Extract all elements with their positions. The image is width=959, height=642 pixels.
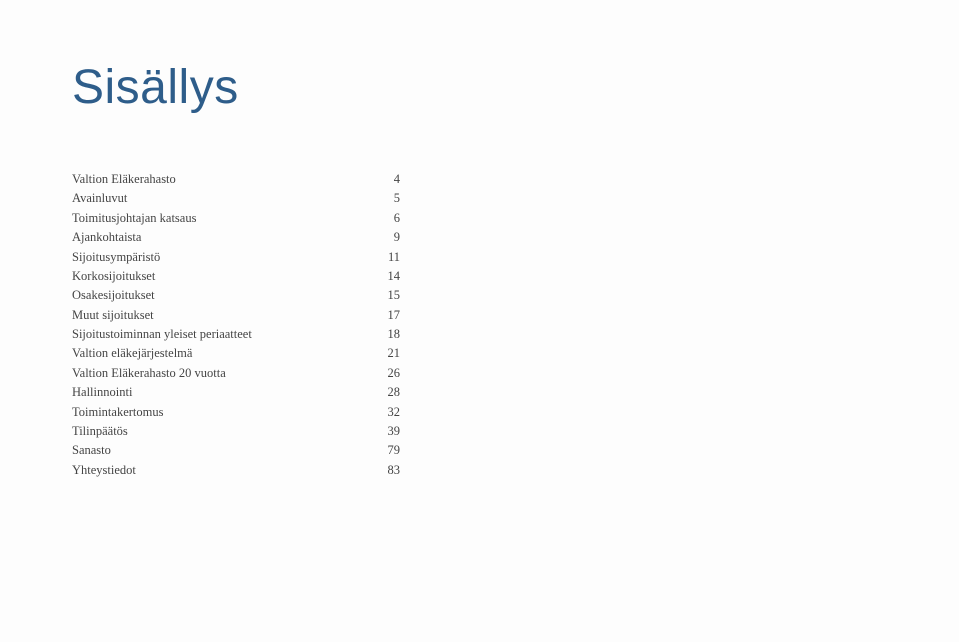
toc-row: Tilinpäätös39 (72, 422, 400, 441)
toc-page-number: 83 (370, 461, 400, 480)
toc-row: Yhteystiedot83 (72, 461, 400, 480)
toc-row: Hallinnointi28 (72, 383, 400, 402)
toc-label: Hallinnointi (72, 383, 370, 402)
toc-row: Sijoitusympäristö11 (72, 248, 400, 267)
toc-label: Osakesijoitukset (72, 286, 370, 305)
toc-label: Valtion Eläkerahasto (72, 170, 370, 189)
toc-page-number: 17 (370, 306, 400, 325)
table-of-contents: Valtion Eläkerahasto4Avainluvut5Toimitus… (72, 170, 959, 480)
toc-row: Toimintakertomus32 (72, 403, 400, 422)
toc-label: Tilinpäätös (72, 422, 370, 441)
toc-page-number: 26 (370, 364, 400, 383)
toc-label: Muut sijoitukset (72, 306, 370, 325)
page-title: Sisällys (72, 60, 959, 115)
toc-label: Sijoitusympäristö (72, 248, 370, 267)
toc-label: Korkosijoitukset (72, 267, 370, 286)
toc-label: Ajankohtaista (72, 228, 370, 247)
toc-page-number: 11 (370, 248, 400, 267)
toc-row: Ajankohtaista9 (72, 228, 400, 247)
toc-label: Yhteystiedot (72, 461, 370, 480)
toc-row: Valtion Eläkerahasto 20 vuotta26 (72, 364, 400, 383)
toc-row: Muut sijoitukset17 (72, 306, 400, 325)
toc-label: Sijoitustoiminnan yleiset periaatteet (72, 325, 370, 344)
toc-page-number: 39 (370, 422, 400, 441)
toc-page-number: 14 (370, 267, 400, 286)
toc-row: Avainluvut5 (72, 189, 400, 208)
toc-row: Korkosijoitukset14 (72, 267, 400, 286)
toc-label: Valtion Eläkerahasto 20 vuotta (72, 364, 370, 383)
toc-label: Toimitusjohtajan katsaus (72, 209, 370, 228)
toc-page-number: 21 (370, 344, 400, 363)
toc-label: Sanasto (72, 441, 370, 460)
toc-label: Valtion eläkejärjestelmä (72, 344, 370, 363)
toc-page-number: 5 (370, 189, 400, 208)
toc-page-number: 9 (370, 228, 400, 247)
toc-row: Osakesijoitukset15 (72, 286, 400, 305)
toc-label: Avainluvut (72, 189, 370, 208)
document-page: Sisällys Valtion Eläkerahasto4Avainluvut… (0, 0, 959, 642)
toc-page-number: 18 (370, 325, 400, 344)
toc-row: Sanasto79 (72, 441, 400, 460)
toc-page-number: 32 (370, 403, 400, 422)
toc-label: Toimintakertomus (72, 403, 370, 422)
toc-row: Valtion Eläkerahasto4 (72, 170, 400, 189)
toc-row: Toimitusjohtajan katsaus6 (72, 209, 400, 228)
toc-page-number: 79 (370, 441, 400, 460)
toc-page-number: 6 (370, 209, 400, 228)
toc-row: Sijoitustoiminnan yleiset periaatteet18 (72, 325, 400, 344)
toc-page-number: 4 (370, 170, 400, 189)
toc-page-number: 28 (370, 383, 400, 402)
toc-page-number: 15 (370, 286, 400, 305)
toc-row: Valtion eläkejärjestelmä21 (72, 344, 400, 363)
